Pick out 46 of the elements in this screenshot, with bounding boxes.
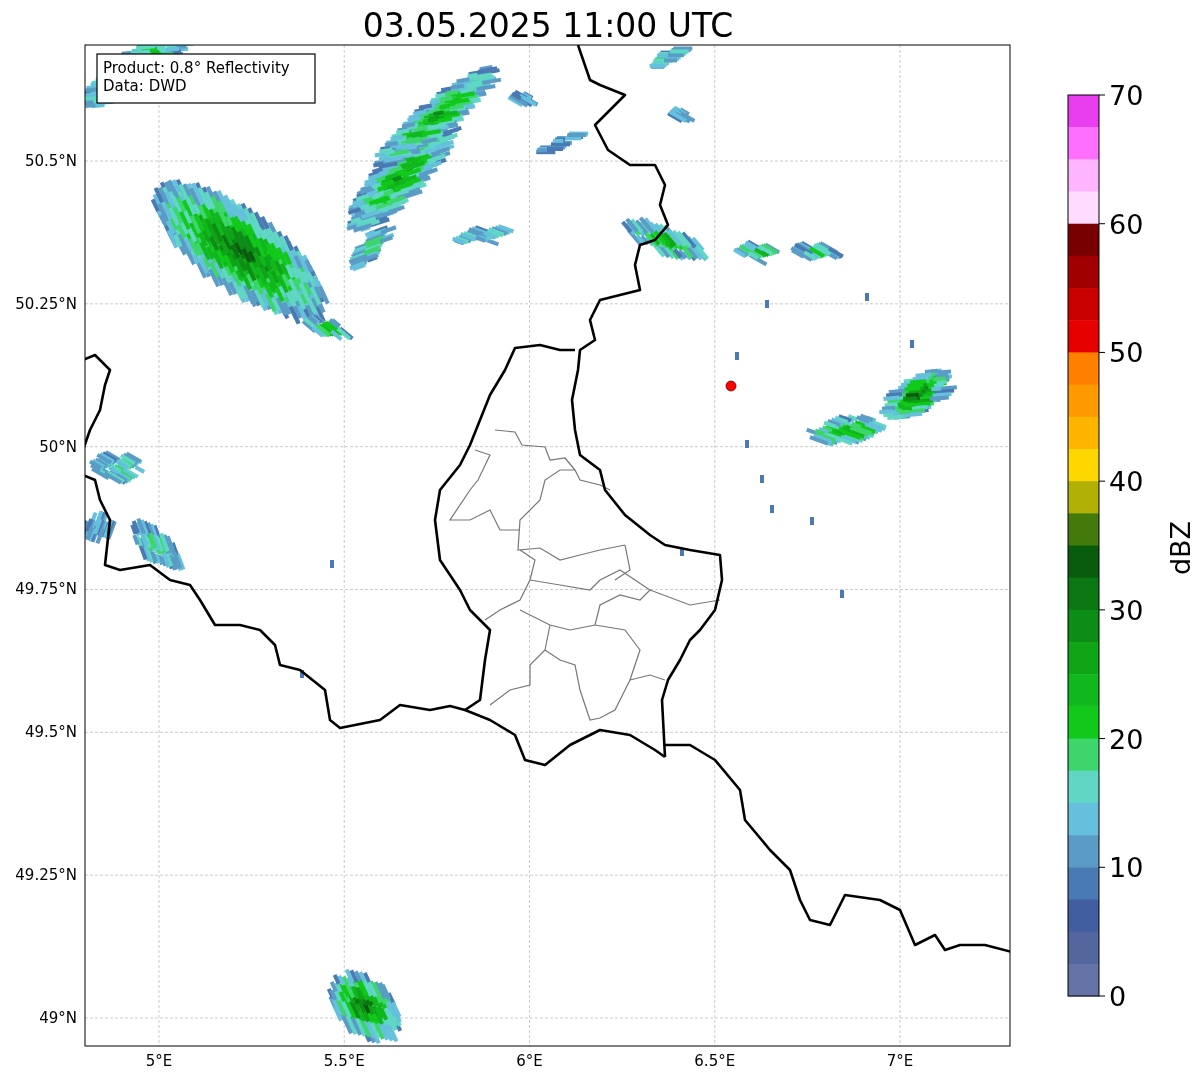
colorbar-tick-label: 20 [1109, 723, 1144, 755]
radar-echo [790, 241, 844, 262]
info-text: Data: DWD [103, 77, 187, 95]
radar-echo [765, 300, 769, 308]
latitude-label: 50°N [39, 437, 77, 456]
radar-echo [735, 352, 739, 360]
latitude-label: 50.25°N [15, 294, 77, 313]
latitude-label: 49.25°N [15, 866, 77, 885]
radar-echo [770, 505, 774, 513]
radar-echo [865, 293, 869, 301]
longitude-label: 6.5°E [694, 1052, 736, 1070]
latitude-label: 50.5°N [24, 152, 77, 170]
colorbar-tick-label: 70 [1109, 80, 1144, 111]
radar-site-marker [725, 380, 737, 392]
radar-echo [536, 131, 589, 155]
radar-echo [85, 510, 117, 544]
info-text: Product: 0.8° Reflectivity [103, 59, 290, 77]
radar-echo [840, 590, 844, 598]
chart-title: 03.05.2025 11:00 UTC [362, 6, 734, 45]
radar-echo [760, 475, 764, 483]
latitude-label: 49.5°N [24, 723, 77, 742]
colorbar-tick-label: 50 [1109, 337, 1144, 369]
radar-echo [810, 517, 814, 525]
longitude-label: 5.5°E [323, 1052, 365, 1070]
radar-echo [667, 105, 696, 124]
longitude-label: 6°E [516, 1052, 543, 1070]
radar-echo [680, 548, 684, 556]
colorbar-tick-label: 30 [1109, 594, 1144, 626]
radar-echo [732, 239, 781, 267]
radar-echo [649, 46, 693, 69]
colorbar-tick-label: 10 [1109, 852, 1144, 884]
radar-echo [507, 89, 539, 108]
radar-echo [300, 670, 304, 678]
longitude-label: 5°E [145, 1052, 173, 1070]
colorbar-tick-label: 0 [1109, 981, 1127, 1012]
radar-echo [745, 440, 749, 448]
colorbar-tick-label: 40 [1109, 466, 1144, 498]
latitude-label: 49.75°N [15, 580, 77, 599]
longitude-label: 7°E [886, 1052, 914, 1070]
radar-echo [130, 517, 186, 572]
radar-echo [330, 560, 334, 568]
radar-echo [89, 450, 146, 485]
colorbar-tick-label: 60 [1109, 208, 1144, 240]
latitude-label: 49°N [39, 1009, 77, 1027]
radar-echo [910, 340, 914, 348]
colorbar-label: dBZ [1165, 520, 1196, 576]
